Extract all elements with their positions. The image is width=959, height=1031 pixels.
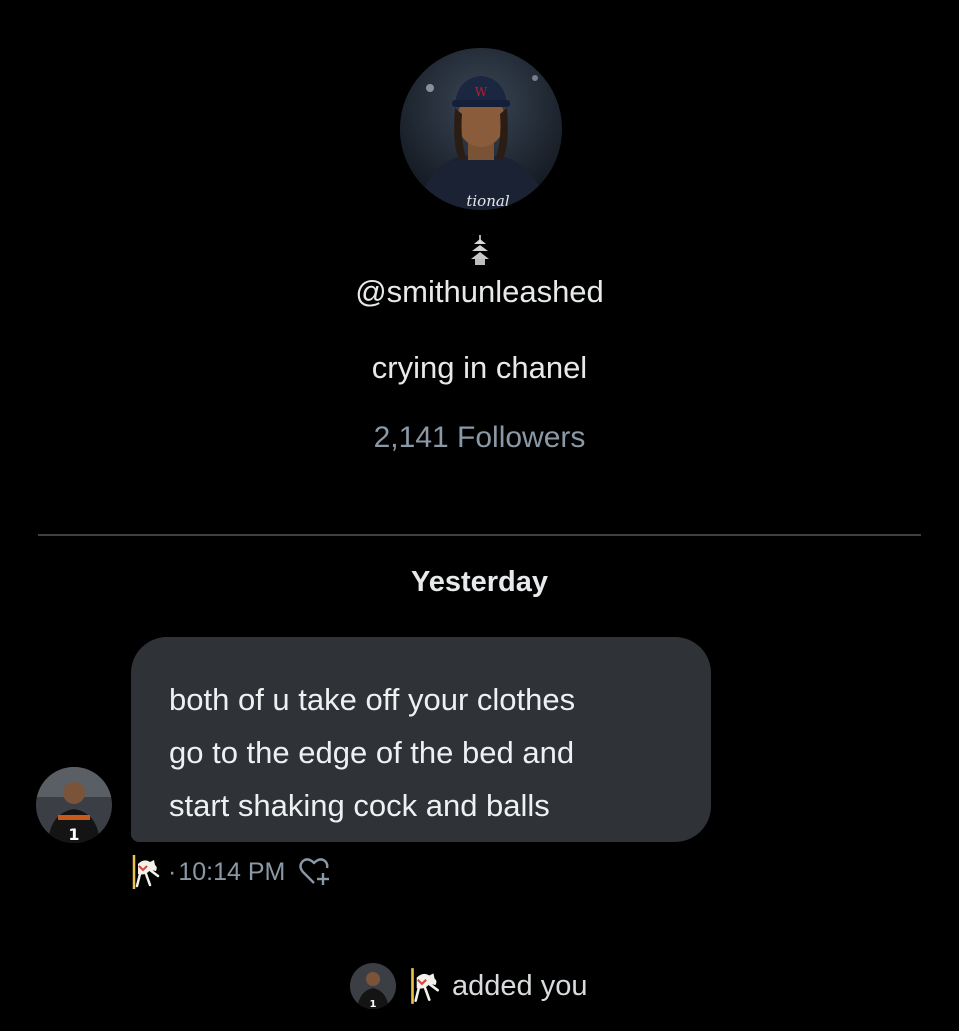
svg-text:1: 1 bbox=[68, 825, 79, 843]
message-time: 10:14 PM bbox=[178, 857, 286, 886]
divider bbox=[38, 534, 921, 536]
event-avatar[interactable]: 1 bbox=[350, 963, 396, 1009]
carousel-horse-emoji-icon bbox=[132, 855, 160, 889]
heart-plus-icon[interactable] bbox=[297, 854, 333, 890]
message-text-line: start shaking cock and balls bbox=[169, 788, 550, 823]
carousel-horse-emoji-icon bbox=[411, 968, 440, 1004]
message-bubble[interactable]: both of u take off your clothes go to th… bbox=[131, 637, 711, 842]
followers-count[interactable]: 2,141 Followers bbox=[0, 421, 959, 455]
sender-photo-icon: 1 bbox=[36, 767, 112, 843]
profile-bio: crying in chanel bbox=[371, 350, 588, 385]
added-you-text: added you bbox=[452, 969, 588, 1002]
message-meta: · 10:14 PM bbox=[124, 852, 333, 892]
svg-text:tional: tional bbox=[466, 192, 509, 210]
message-text-line: go to the edge of the bed and bbox=[169, 735, 575, 770]
message-text-line: both of u take off your clothes bbox=[169, 682, 576, 717]
svg-text:1: 1 bbox=[370, 999, 377, 1009]
profile-photo-icon: W tional bbox=[400, 48, 562, 210]
svg-text:W: W bbox=[475, 85, 488, 99]
profile-handle[interactable]: @smithunleashed bbox=[0, 274, 959, 310]
added-you-event: 1 added you bbox=[350, 962, 587, 1010]
profile-avatar[interactable]: W tional bbox=[400, 48, 562, 210]
date-separator: Yesterday bbox=[410, 566, 549, 598]
pagoda-emoji-icon bbox=[471, 235, 489, 265]
sender-avatar[interactable]: 1 bbox=[36, 767, 112, 843]
meta-separator: · bbox=[168, 857, 177, 886]
sender-photo-icon: 1 bbox=[350, 963, 396, 1009]
